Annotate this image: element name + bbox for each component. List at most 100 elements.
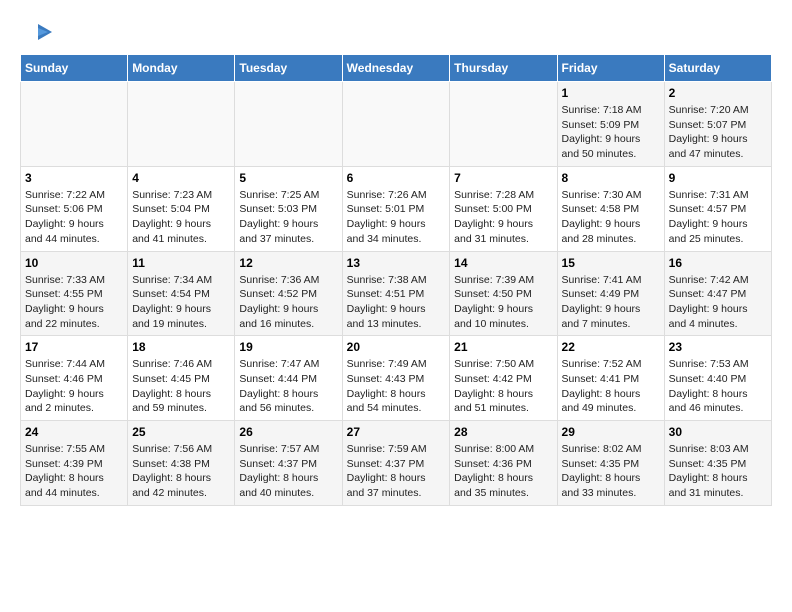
day-info: Sunrise: 7:42 AMSunset: 4:47 PMDaylight:… [669, 273, 767, 332]
calendar-day-cell: 21 Sunrise: 7:50 AMSunset: 4:42 PMDayligh… [450, 336, 557, 421]
day-info: Sunrise: 7:28 AMSunset: 5:00 PMDaylight:… [454, 188, 552, 247]
day-number: 5 [239, 171, 337, 185]
day-info: Sunrise: 7:39 AMSunset: 4:50 PMDaylight:… [454, 273, 552, 332]
day-info: Sunrise: 7:50 AMSunset: 4:42 PMDaylight:… [454, 357, 552, 416]
calendar-day-cell: 29 Sunrise: 8:02 AMSunset: 4:35 PMDayligh… [557, 421, 664, 506]
day-number: 27 [347, 425, 446, 439]
calendar-day-cell: 10 Sunrise: 7:33 AMSunset: 4:55 PMDayligh… [21, 251, 128, 336]
calendar-day-cell: 30Sunrise: 8:03 AMSunset: 4:35 PMDayligh… [664, 421, 771, 506]
calendar-day-cell: 25 Sunrise: 7:56 AMSunset: 4:38 PMDayligh… [128, 421, 235, 506]
calendar-day-cell: 20Sunrise: 7:49 AMSunset: 4:43 PMDayligh… [342, 336, 450, 421]
day-number: 21 [454, 340, 552, 354]
day-number: 16 [669, 256, 767, 270]
day-number: 8 [562, 171, 660, 185]
day-number: 12 [239, 256, 337, 270]
day-number: 14 [454, 256, 552, 270]
day-info: Sunrise: 7:56 AMSunset: 4:38 PMDaylight:… [132, 442, 230, 501]
day-info: Sunrise: 8:03 AMSunset: 4:35 PMDaylight:… [669, 442, 767, 501]
weekday-header-wednesday: Wednesday [342, 55, 450, 82]
day-info: Sunrise: 7:47 AMSunset: 4:44 PMDaylight:… [239, 357, 337, 416]
day-number: 25 [132, 425, 230, 439]
day-info: Sunrise: 7:44 AMSunset: 4:46 PMDaylight:… [25, 357, 123, 416]
day-number: 20 [347, 340, 446, 354]
day-number: 19 [239, 340, 337, 354]
calendar-day-cell: 1Sunrise: 7:18 AMSunset: 5:09 PMDaylight… [557, 82, 664, 167]
calendar-day-cell: 18Sunrise: 7:46 AMSunset: 4:45 PMDayligh… [128, 336, 235, 421]
weekday-header-thursday: Thursday [450, 55, 557, 82]
day-number: 2 [669, 86, 767, 100]
day-number: 29 [562, 425, 660, 439]
calendar-day-cell: 16 Sunrise: 7:42 AMSunset: 4:47 PMDayligh… [664, 251, 771, 336]
calendar-day-cell: 17 Sunrise: 7:44 AMSunset: 4:46 PMDayligh… [21, 336, 128, 421]
weekday-header-sunday: Sunday [21, 55, 128, 82]
calendar-table: SundayMondayTuesdayWednesdayThursdayFrid… [20, 54, 772, 506]
calendar-day-cell: 26 Sunrise: 7:57 AMSunset: 4:37 PMDayligh… [235, 421, 342, 506]
day-number: 22 [562, 340, 660, 354]
calendar-day-cell: 7 Sunrise: 7:28 AMSunset: 5:00 PMDaylight… [450, 166, 557, 251]
weekday-header-monday: Monday [128, 55, 235, 82]
calendar-day-cell: 8 Sunrise: 7:30 AMSunset: 4:58 PMDaylight… [557, 166, 664, 251]
day-info: Sunrise: 8:00 AMSunset: 4:36 PMDaylight:… [454, 442, 552, 501]
day-info: Sunrise: 8:02 AMSunset: 4:35 PMDaylight:… [562, 442, 660, 501]
day-number: 4 [132, 171, 230, 185]
calendar-day-cell: 24Sunrise: 7:55 AMSunset: 4:39 PMDayligh… [21, 421, 128, 506]
day-info: Sunrise: 7:36 AMSunset: 4:52 PMDaylight:… [239, 273, 337, 332]
calendar-week-row: 24Sunrise: 7:55 AMSunset: 4:39 PMDayligh… [21, 421, 772, 506]
day-number: 15 [562, 256, 660, 270]
day-info: Sunrise: 7:57 AMSunset: 4:37 PMDaylight:… [239, 442, 337, 501]
calendar-day-cell: 11 Sunrise: 7:34 AMSunset: 4:54 PMDayligh… [128, 251, 235, 336]
day-info: Sunrise: 7:41 AMSunset: 4:49 PMDaylight:… [562, 273, 660, 332]
day-info: Sunrise: 7:20 AMSunset: 5:07 PMDaylight:… [669, 103, 767, 162]
calendar-day-cell: 22 Sunrise: 7:52 AMSunset: 4:41 PMDayligh… [557, 336, 664, 421]
calendar-day-cell: 2 Sunrise: 7:20 AMSunset: 5:07 PMDaylight… [664, 82, 771, 167]
day-info: Sunrise: 7:46 AMSunset: 4:45 PMDaylight:… [132, 357, 230, 416]
calendar-header-row: SundayMondayTuesdayWednesdayThursdayFrid… [21, 55, 772, 82]
day-number: 9 [669, 171, 767, 185]
calendar-empty-cell [342, 82, 450, 167]
calendar-week-row: 10 Sunrise: 7:33 AMSunset: 4:55 PMDayligh… [21, 251, 772, 336]
weekday-header-friday: Friday [557, 55, 664, 82]
day-number: 17 [25, 340, 123, 354]
weekday-header-tuesday: Tuesday [235, 55, 342, 82]
day-info: Sunrise: 7:18 AMSunset: 5:09 PMDaylight:… [562, 103, 660, 162]
calendar-day-cell: 12 Sunrise: 7:36 AMSunset: 4:52 PMDayligh… [235, 251, 342, 336]
calendar-day-cell: 15 Sunrise: 7:41 AMSunset: 4:49 PMDayligh… [557, 251, 664, 336]
day-info: Sunrise: 7:33 AMSunset: 4:55 PMDaylight:… [25, 273, 123, 332]
day-number: 23 [669, 340, 767, 354]
calendar-day-cell: 6 Sunrise: 7:26 AMSunset: 5:01 PMDaylight… [342, 166, 450, 251]
calendar-day-cell: 19 Sunrise: 7:47 AMSunset: 4:44 PMDayligh… [235, 336, 342, 421]
calendar-day-cell: 4 Sunrise: 7:23 AMSunset: 5:04 PMDaylight… [128, 166, 235, 251]
day-info: Sunrise: 7:25 AMSunset: 5:03 PMDaylight:… [239, 188, 337, 247]
calendar-day-cell: 28 Sunrise: 8:00 AMSunset: 4:36 PMDayligh… [450, 421, 557, 506]
day-number: 24 [25, 425, 123, 439]
day-info: Sunrise: 7:38 AMSunset: 4:51 PMDaylight:… [347, 273, 446, 332]
calendar-empty-cell [450, 82, 557, 167]
logo-flag-icon [24, 22, 52, 44]
calendar-week-row: 3Sunrise: 7:22 AMSunset: 5:06 PMDaylight… [21, 166, 772, 251]
calendar-day-cell: 13 Sunrise: 7:38 AMSunset: 4:51 PMDayligh… [342, 251, 450, 336]
day-number: 26 [239, 425, 337, 439]
day-info: Sunrise: 7:30 AMSunset: 4:58 PMDaylight:… [562, 188, 660, 247]
calendar-empty-cell [21, 82, 128, 167]
day-info: Sunrise: 7:26 AMSunset: 5:01 PMDaylight:… [347, 188, 446, 247]
calendar-day-cell: 3Sunrise: 7:22 AMSunset: 5:06 PMDaylight… [21, 166, 128, 251]
day-number: 11 [132, 256, 230, 270]
day-number: 3 [25, 171, 123, 185]
day-info: Sunrise: 7:31 AMSunset: 4:57 PMDaylight:… [669, 188, 767, 247]
day-number: 28 [454, 425, 552, 439]
day-info: Sunrise: 7:59 AMSunset: 4:37 PMDaylight:… [347, 442, 446, 501]
day-number: 10 [25, 256, 123, 270]
day-info: Sunrise: 7:23 AMSunset: 5:04 PMDaylight:… [132, 188, 230, 247]
day-number: 13 [347, 256, 446, 270]
calendar-day-cell: 9 Sunrise: 7:31 AMSunset: 4:57 PMDaylight… [664, 166, 771, 251]
calendar-empty-cell [128, 82, 235, 167]
logo [20, 20, 52, 44]
day-info: Sunrise: 7:34 AMSunset: 4:54 PMDaylight:… [132, 273, 230, 332]
weekday-header-saturday: Saturday [664, 55, 771, 82]
calendar-day-cell: 14 Sunrise: 7:39 AMSunset: 4:50 PMDayligh… [450, 251, 557, 336]
day-number: 6 [347, 171, 446, 185]
day-info: Sunrise: 7:52 AMSunset: 4:41 PMDaylight:… [562, 357, 660, 416]
day-info: Sunrise: 7:53 AMSunset: 4:40 PMDaylight:… [669, 357, 767, 416]
calendar-week-row: 17 Sunrise: 7:44 AMSunset: 4:46 PMDayligh… [21, 336, 772, 421]
day-number: 7 [454, 171, 552, 185]
